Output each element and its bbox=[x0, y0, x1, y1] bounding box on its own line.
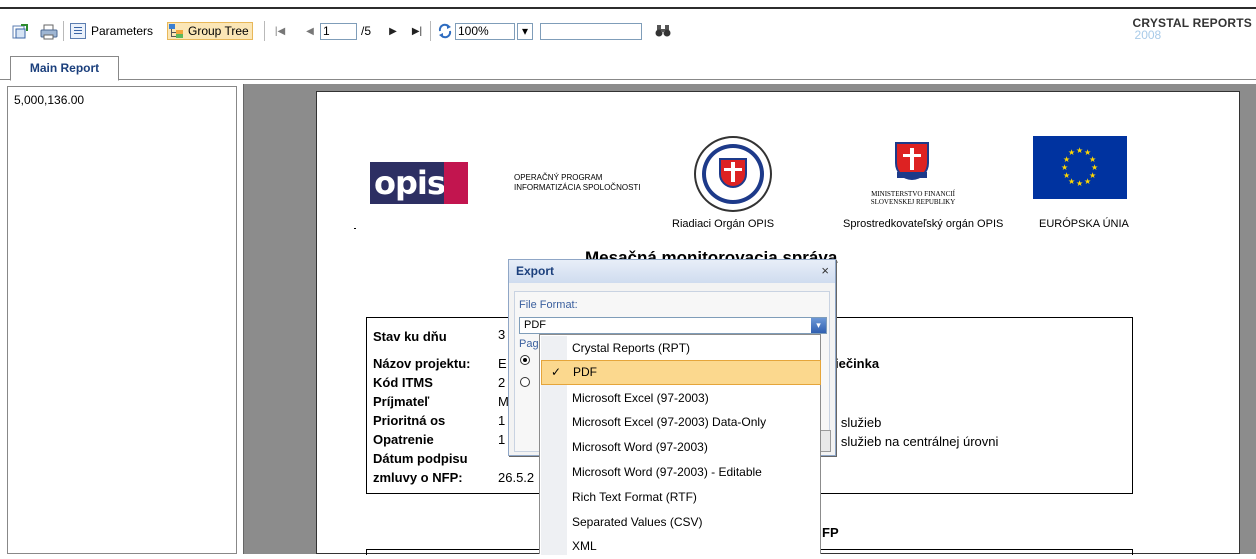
format-option[interactable]: Crystal Reports (RPT) bbox=[541, 336, 821, 361]
group-tree-button[interactable]: Group Tree bbox=[167, 22, 253, 40]
tab-strip: Main Report bbox=[0, 51, 1256, 81]
group-tree-icon bbox=[168, 23, 184, 39]
parameters-label: Parameters bbox=[91, 24, 154, 38]
format-option[interactable]: Microsoft Excel (97-2003) Data-Only bbox=[541, 410, 821, 435]
field-label: Kód ITMS bbox=[373, 375, 433, 390]
parameters-button[interactable]: Parameters bbox=[70, 22, 153, 40]
svg-text:★: ★ bbox=[1063, 171, 1070, 180]
dot-mark bbox=[354, 228, 356, 229]
svg-text:★: ★ bbox=[1076, 146, 1083, 155]
field-value: 1 bbox=[498, 413, 506, 428]
format-option[interactable]: Separated Values (CSV) bbox=[541, 510, 821, 535]
format-option[interactable]: Microsoft Word (97-2003) bbox=[541, 435, 821, 460]
field-label: Opatrenie bbox=[373, 432, 434, 447]
field-value: E bbox=[498, 356, 507, 371]
field-value: 3 bbox=[498, 327, 506, 342]
format-option-label: Crystal Reports (RPT) bbox=[572, 341, 691, 355]
government-seal bbox=[694, 136, 772, 212]
svg-text:★: ★ bbox=[1061, 163, 1068, 172]
page-range-label: Pag bbox=[519, 338, 539, 350]
opis-line-1: OPERAČNÝ PROGRAM bbox=[514, 173, 603, 182]
format-option-label: Separated Values (CSV) bbox=[572, 515, 703, 529]
radio-page-range[interactable] bbox=[520, 377, 530, 387]
export-icon[interactable] bbox=[12, 22, 29, 40]
last-page-icon[interactable]: ▶| bbox=[411, 23, 423, 40]
toolbar-separator bbox=[264, 21, 265, 41]
window-top-edge bbox=[0, 0, 1256, 9]
opis-logo-text: opis bbox=[374, 164, 446, 202]
file-format-selected: PDF bbox=[524, 319, 546, 331]
tab-main-report[interactable]: Main Report bbox=[10, 56, 119, 81]
binoculars-icon[interactable] bbox=[655, 22, 671, 40]
caption-riadiaci: Riadiaci Orgán OPIS bbox=[672, 218, 775, 230]
radio-all-pages[interactable] bbox=[520, 355, 530, 365]
file-format-label: File Format: bbox=[519, 299, 578, 311]
file-format-dropdown: Crystal Reports (RPT) ✓ PDF Microsoft Excel… bbox=[539, 334, 821, 555]
group-tree-item[interactable]: 5,000,136.00 bbox=[14, 93, 84, 107]
field-label: Dátum podpisu bbox=[373, 451, 468, 466]
ministry-crest bbox=[895, 142, 929, 180]
field-value-tail: ých služieb na centrálnej úrovni bbox=[817, 434, 999, 449]
refresh-icon[interactable] bbox=[437, 22, 453, 40]
format-option-label: Rich Text Format (RTF) bbox=[572, 490, 697, 504]
export-dialog-title-text: Export bbox=[516, 264, 555, 278]
caption-sprostredkovatel: Sprostredkovateľský orgán OPIS bbox=[843, 218, 1004, 230]
toolbar-separator bbox=[430, 21, 431, 41]
first-page-icon[interactable]: |◀ bbox=[274, 23, 286, 40]
zoom-input[interactable]: 100% bbox=[455, 23, 515, 40]
opis-line-2: INFORMATIZÁCIA SPOLOČNOSTI bbox=[514, 183, 641, 192]
format-option[interactable]: Microsoft Word (97-2003) - Editable bbox=[541, 460, 821, 485]
brand-logo: CRYSTAL REPORTS 2008 bbox=[1133, 17, 1252, 41]
format-option-label: Microsoft Word (97-2003) - Editable bbox=[572, 465, 762, 479]
zoom-dropdown-icon[interactable]: ▾ bbox=[517, 23, 533, 40]
field-label: zmluvy o NFP: bbox=[373, 470, 463, 485]
file-format-select[interactable]: PDF ▾ bbox=[519, 317, 827, 334]
next-page-icon[interactable]: ▶ bbox=[387, 23, 399, 40]
field-value: 1 bbox=[498, 432, 506, 447]
svg-text:★: ★ bbox=[1076, 179, 1083, 188]
field-value: 2 bbox=[498, 375, 506, 390]
format-option[interactable]: Microsoft Excel (97-2003) bbox=[541, 386, 821, 411]
close-icon[interactable]: × bbox=[821, 264, 829, 278]
field-label: Stav ku dňu bbox=[373, 329, 447, 344]
format-option[interactable]: ✓ PDF bbox=[541, 360, 821, 385]
search-input[interactable] bbox=[540, 23, 642, 40]
svg-text:★: ★ bbox=[1068, 148, 1075, 157]
format-option-label: Microsoft Excel (97-2003) bbox=[572, 391, 709, 405]
caption-eu: EURÓPSKA ÚNIA bbox=[1039, 218, 1129, 230]
format-option-label: PDF bbox=[573, 365, 597, 379]
format-option[interactable]: Rich Text Format (RTF) bbox=[541, 485, 821, 510]
ministry-line-2: SLOVENSKEJ REPUBLIKY bbox=[870, 198, 956, 206]
group-tree-label: Group Tree bbox=[188, 24, 249, 38]
check-icon: ✓ bbox=[551, 365, 562, 379]
field-label: Názov projektu: bbox=[373, 356, 471, 371]
field-label: Príjmateľ bbox=[373, 394, 430, 409]
print-icon[interactable] bbox=[40, 22, 58, 40]
total-pages-label: /5 bbox=[361, 24, 372, 38]
section-heading-fragment: FP bbox=[822, 525, 839, 540]
format-option-label: Microsoft Excel (97-2003) Data-Only bbox=[572, 415, 767, 429]
chevron-down-icon[interactable]: ▾ bbox=[811, 318, 826, 333]
ministry-line-1: MINISTERSTVO FINANCIÍ bbox=[871, 190, 955, 198]
parameters-icon bbox=[70, 23, 86, 39]
ministry-caption: MINISTERSTVO FINANCIÍ SLOVENSKEJ REPUBLI… bbox=[866, 190, 960, 206]
field-label: Prioritná os bbox=[373, 413, 446, 428]
prev-page-icon[interactable]: ◀ bbox=[304, 23, 316, 40]
page-number-input[interactable]: 1 bbox=[320, 23, 357, 40]
format-option-label: Microsoft Word (97-2003) bbox=[572, 440, 708, 454]
format-option[interactable]: XML bbox=[541, 534, 821, 559]
field-value: 26.5.2 bbox=[498, 470, 535, 485]
brand-version: 2008 bbox=[1134, 28, 1162, 42]
opis-logo: opis bbox=[370, 162, 468, 204]
opis-caption: OPERAČNÝ PROGRAM INFORMATIZÁCIA SPOLOČNO… bbox=[514, 173, 641, 193]
export-dialog-title: Export bbox=[509, 260, 835, 283]
group-tree-panel: 5,000,136.00 bbox=[7, 86, 237, 554]
eu-flag: ★ ★ ★ ★ ★ ★ ★ ★ ★ ★ ★ ★ bbox=[1033, 136, 1127, 199]
svg-text:★: ★ bbox=[1084, 177, 1091, 186]
format-option-label: XML bbox=[572, 539, 597, 553]
toolbar-separator bbox=[63, 21, 64, 41]
toolbar: Parameters Group Tree |◀ ◀ 1 /5 ▶ ▶| 100… bbox=[0, 11, 1256, 51]
